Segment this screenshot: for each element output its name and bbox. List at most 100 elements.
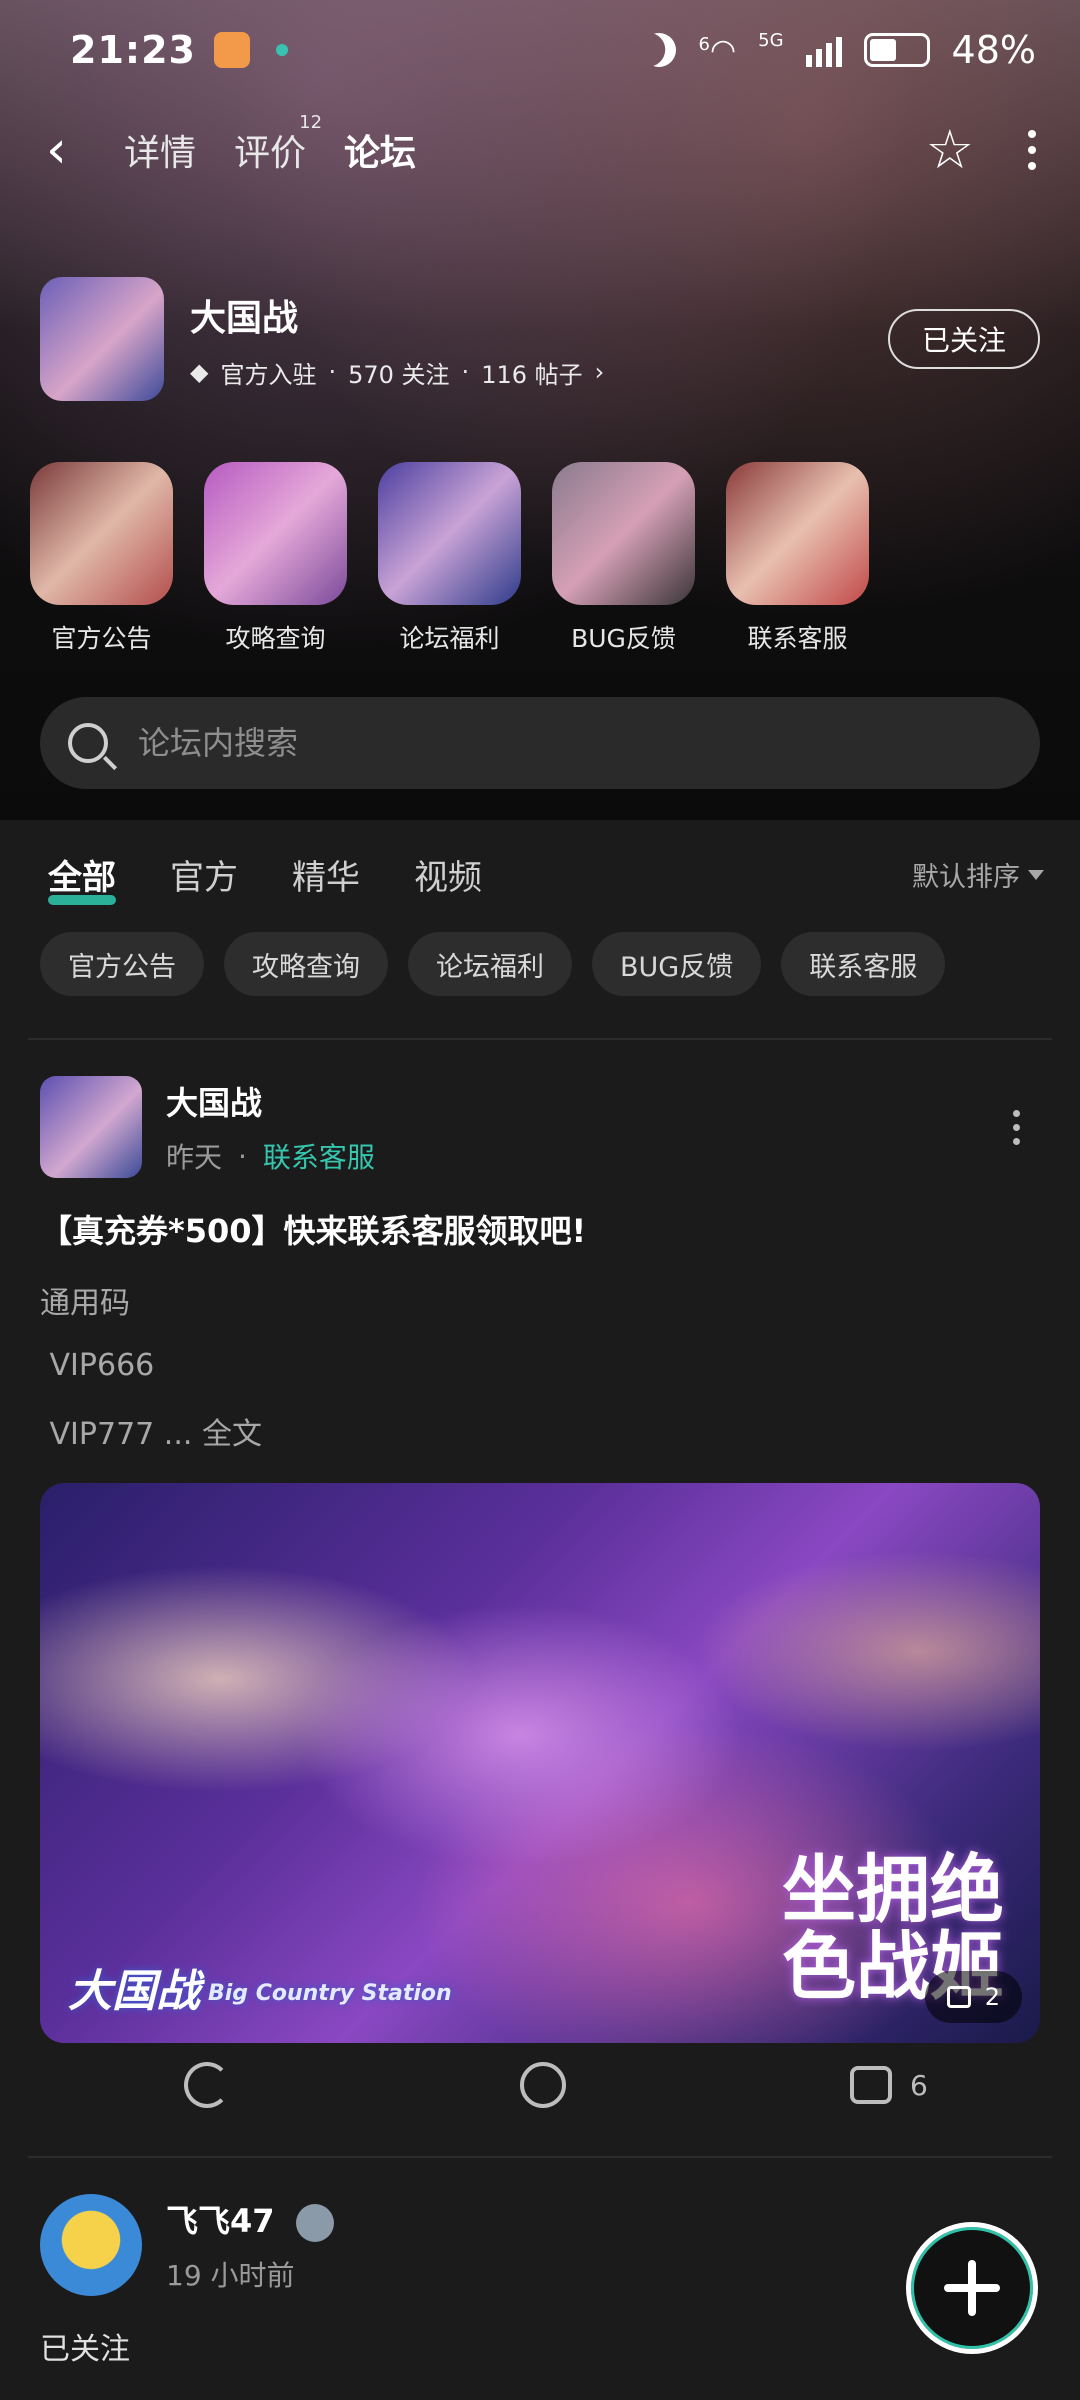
shortcut-label: 官方公告 bbox=[51, 624, 152, 653]
forum-feed: 全部 官方 精华 视频 默认排序 官方公告 攻略查询 论坛福利 BUG反馈 联系… bbox=[0, 820, 1080, 2400]
divider bbox=[28, 2156, 1052, 2158]
post-meta: 昨天 · 联系客服 bbox=[166, 1136, 375, 1176]
author-name-row: 飞飞47 bbox=[166, 2196, 334, 2242]
shortcut-welfare[interactable]: 论坛福利 bbox=[378, 462, 521, 655]
chip-bug-report[interactable]: BUG反馈 bbox=[592, 932, 762, 996]
shortcut-label: BUG反馈 bbox=[571, 624, 676, 653]
create-post-button[interactable] bbox=[906, 2222, 1038, 2354]
follow-count: 570 关注 bbox=[348, 360, 450, 389]
chip-welfare[interactable]: 论坛福利 bbox=[408, 932, 572, 996]
tab-forum[interactable]: 论坛 bbox=[340, 124, 421, 180]
post-body-line: VIP666 bbox=[40, 1348, 155, 1383]
post-card[interactable]: 大国战 昨天 · 联系客服 【真充券*500】快来联系客服领取吧! 通用码 VI… bbox=[40, 1076, 1040, 2043]
official-label: 官方入驻 bbox=[220, 360, 317, 389]
post-more-icon[interactable] bbox=[1013, 1109, 1020, 1145]
author-name[interactable]: 飞飞47 bbox=[166, 2202, 275, 2240]
plus-icon bbox=[944, 2260, 1000, 2316]
battery-icon bbox=[863, 33, 930, 67]
filter-tab-official[interactable]: 官方 bbox=[170, 850, 238, 899]
author-avatar[interactable] bbox=[40, 1076, 142, 1178]
post-header: 飞飞47 19 小时前 bbox=[40, 2194, 1040, 2296]
notification-dot-icon bbox=[275, 44, 288, 56]
author-box: 飞飞47 19 小时前 bbox=[166, 2196, 334, 2294]
search-input[interactable] bbox=[138, 724, 958, 762]
caret-down-icon bbox=[1028, 869, 1044, 880]
status-time: 21:23 bbox=[70, 28, 196, 72]
post-body[interactable]: 已关注 bbox=[40, 2324, 1040, 2368]
filter-tab-featured[interactable]: 精华 bbox=[292, 850, 360, 899]
game-name: 大国战 bbox=[190, 297, 299, 339]
shortcut-bug-report[interactable]: BUG反馈 bbox=[552, 462, 695, 655]
image-count-badge: 2 bbox=[924, 1971, 1022, 2023]
post-count: 116 帖子 bbox=[481, 360, 583, 389]
shortcut-announcements[interactable]: 官方公告 bbox=[30, 462, 173, 655]
filter-tabs: 全部 官方 精华 视频 默认排序 bbox=[48, 850, 1044, 905]
search-icon bbox=[68, 723, 108, 763]
tab-reviews-label: 评价 bbox=[234, 133, 307, 174]
follow-button[interactable]: 已关注 bbox=[888, 309, 1040, 369]
post-category-tag[interactable]: 联系客服 bbox=[263, 1136, 375, 1176]
filter-tab-label: 视频 bbox=[414, 858, 482, 898]
forum-shortcuts: 官方公告 攻略查询 论坛福利 BUG反馈 联系客服 bbox=[30, 462, 869, 655]
shortcut-label: 联系客服 bbox=[747, 624, 848, 653]
post-body-line[interactable]: VIP777 ... 全文 bbox=[40, 1409, 1040, 1453]
chip-customer-service[interactable]: 联系客服 bbox=[781, 932, 946, 996]
post-time: 昨天 bbox=[166, 1141, 223, 1174]
game-avatar[interactable] bbox=[40, 277, 164, 401]
meta-separator: · bbox=[461, 358, 470, 386]
post-body-line: 通用码 bbox=[40, 1286, 130, 1321]
nav-actions: ☆ bbox=[926, 123, 1036, 177]
filter-tab-all[interactable]: 全部 bbox=[48, 850, 116, 905]
sort-dropdown[interactable]: 默认排序 bbox=[912, 855, 1044, 894]
filter-tab-label: 官方 bbox=[170, 858, 238, 898]
shortcut-customer-service[interactable]: 联系客服 bbox=[726, 462, 869, 655]
tab-forum-label: 论坛 bbox=[344, 133, 417, 174]
like-button[interactable]: 6 bbox=[850, 2066, 928, 2104]
shortcut-guides[interactable]: 攻略查询 bbox=[204, 462, 347, 655]
app-notification-icon bbox=[213, 32, 250, 68]
forum-search-bar[interactable] bbox=[40, 697, 1040, 789]
comment-button[interactable] bbox=[520, 2062, 566, 2108]
meta-separator: · bbox=[238, 1139, 247, 1173]
game-info: 大国战 ◆ 官方入驻 · 570 关注 · 116 帖子 › bbox=[190, 289, 604, 390]
forum-header: 21:23 6◠ 5G 48% ‹ 详情 评价 12 论坛 ☆ 大国战 ◆ 官方… bbox=[0, 0, 1080, 820]
tab-details-label: 详情 bbox=[124, 133, 197, 174]
wifi-badge: 6 bbox=[698, 33, 710, 55]
post-meta: 19 小时前 bbox=[166, 2254, 334, 2294]
filter-tab-video[interactable]: 视频 bbox=[414, 850, 482, 899]
share-icon bbox=[184, 2062, 230, 2108]
shortcut-image bbox=[726, 462, 869, 605]
post-header: 大国战 昨天 · 联系客服 bbox=[40, 1076, 1040, 1178]
image-logo-en: Big Country Station bbox=[208, 1980, 452, 2006]
shortcut-image bbox=[378, 462, 521, 605]
post-time: 19 小时前 bbox=[166, 2259, 295, 2292]
post-actions: 6 bbox=[0, 2040, 1080, 2130]
meta-separator: · bbox=[328, 358, 337, 386]
tab-reviews[interactable]: 评价 12 bbox=[234, 112, 322, 176]
share-button[interactable] bbox=[184, 2062, 230, 2108]
more-options-icon[interactable] bbox=[1028, 130, 1036, 170]
chevron-right-icon: › bbox=[594, 358, 605, 386]
shortcut-image bbox=[204, 462, 347, 605]
author-avatar[interactable] bbox=[40, 2194, 142, 2296]
verified-diamond-icon: ◆ bbox=[190, 358, 209, 386]
post-image[interactable]: 大国战 Big Country Station 坐拥绝色战姬 2 bbox=[40, 1483, 1040, 2043]
tab-details[interactable]: 详情 bbox=[124, 124, 196, 176]
game-meta[interactable]: ◆ 官方入驻 · 570 关注 · 116 帖子 › bbox=[190, 355, 604, 390]
author-box: 大国战 昨天 · 联系客服 bbox=[166, 1078, 375, 1176]
favorite-star-icon[interactable]: ☆ bbox=[926, 123, 974, 177]
author-name[interactable]: 大国战 bbox=[166, 1078, 375, 1124]
sort-label: 默认排序 bbox=[912, 862, 1020, 893]
image-gallery-icon bbox=[946, 1986, 971, 2008]
shortcut-image bbox=[552, 462, 695, 605]
chip-guides[interactable]: 攻略查询 bbox=[224, 932, 388, 996]
back-icon[interactable]: ‹ bbox=[46, 120, 86, 180]
filter-tab-label: 精华 bbox=[292, 858, 360, 898]
like-count: 6 bbox=[910, 2068, 928, 2102]
chip-announcements[interactable]: 官方公告 bbox=[40, 932, 204, 996]
signal-icon bbox=[805, 33, 842, 67]
comment-icon bbox=[520, 2062, 566, 2108]
post-card[interactable]: 飞飞47 19 小时前 已关注 bbox=[40, 2194, 1040, 2368]
post-title[interactable]: 【真充券*500】快来联系客服领取吧! bbox=[40, 1206, 1040, 1252]
game-info-row: 大国战 ◆ 官方入驻 · 570 关注 · 116 帖子 › 已关注 bbox=[40, 277, 1040, 401]
